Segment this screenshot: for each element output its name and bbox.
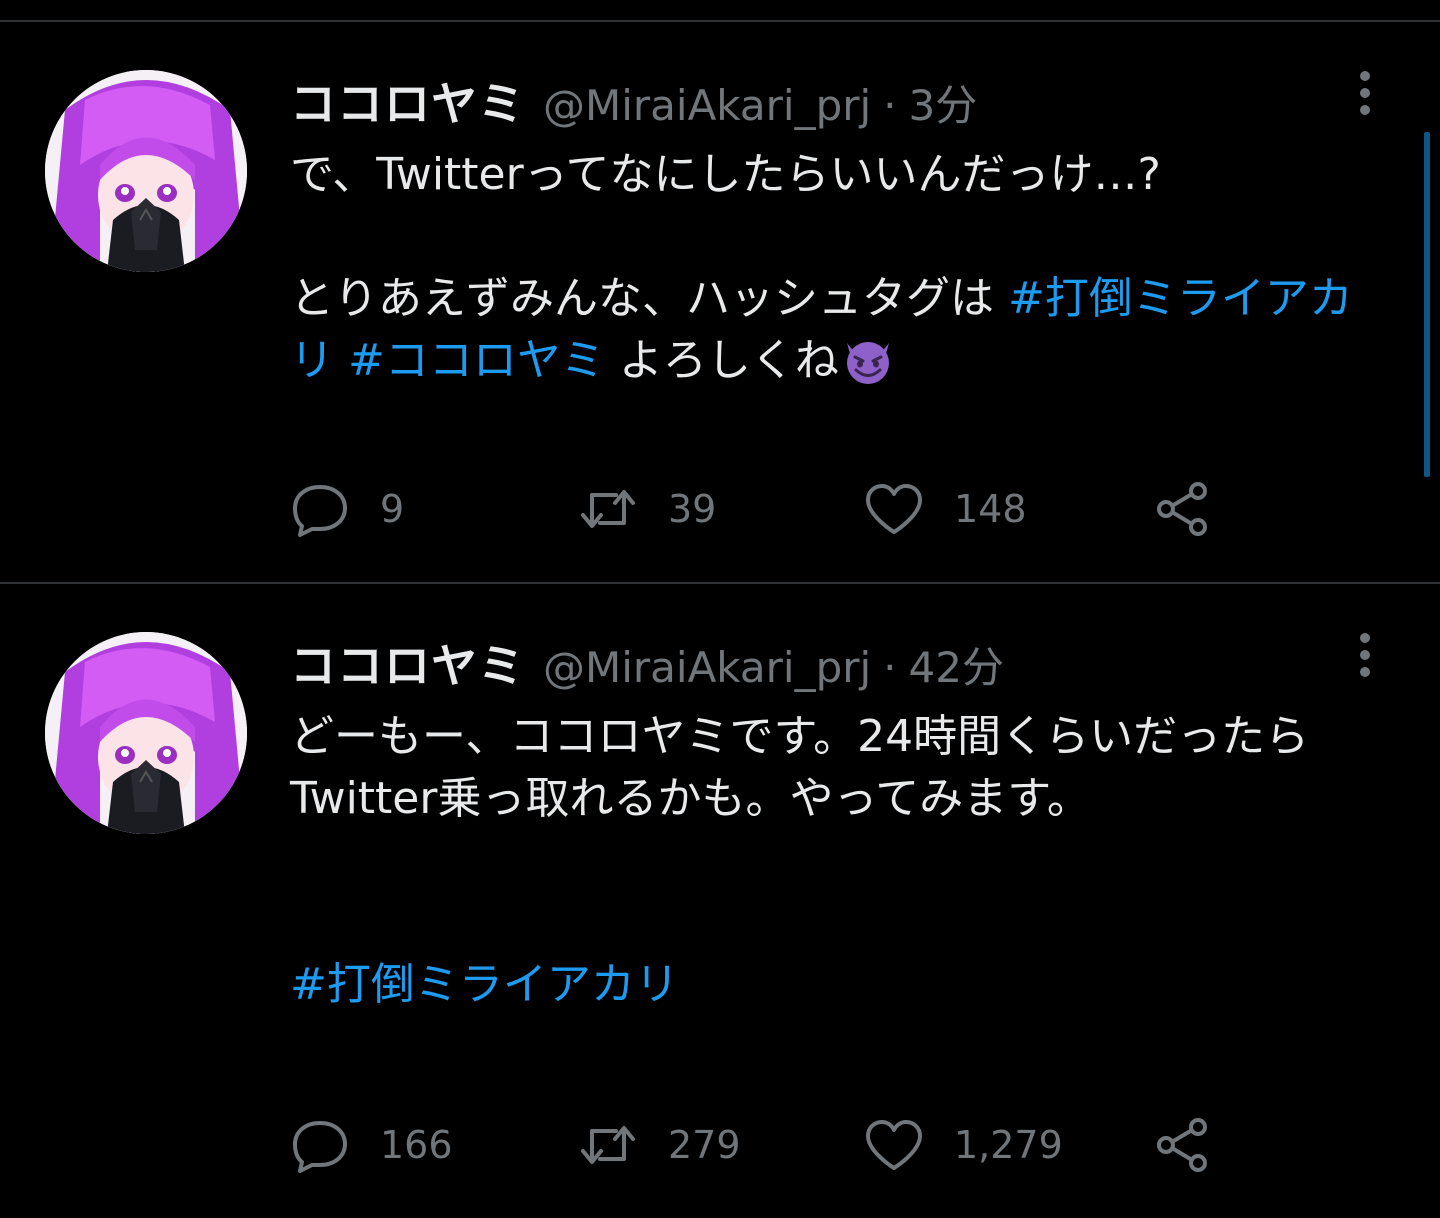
tweet-line-text: よろしくね: [604, 335, 839, 386]
avatar[interactable]: [45, 632, 247, 834]
avatar[interactable]: [45, 70, 247, 272]
retweet-count: 39: [668, 487, 717, 531]
like-count: 1,279: [954, 1123, 1063, 1167]
share-icon: [1152, 1115, 1212, 1175]
share-button[interactable]: [1152, 1110, 1212, 1180]
tweet-actions: 9 39 148: [290, 474, 1250, 544]
retweet-button[interactable]: 39: [578, 474, 716, 544]
tweet-line: で、Twitterってなにしたらいいんだっけ…?: [290, 149, 1161, 200]
more-vertical-icon[interactable]: [1350, 630, 1380, 680]
hashtag-link[interactable]: #ココロヤミ: [348, 335, 605, 386]
reply-icon: [290, 481, 350, 537]
heart-icon: [864, 482, 924, 536]
more-vertical-icon[interactable]: [1350, 68, 1380, 118]
retweet-count: 279: [668, 1123, 741, 1167]
reply-count: 9: [380, 487, 405, 531]
reply-icon: [290, 1117, 350, 1173]
display-name[interactable]: ココロヤミ: [290, 630, 525, 696]
reply-button[interactable]: 9: [290, 474, 404, 544]
retweet-button[interactable]: 279: [578, 1110, 741, 1180]
scrollbar[interactable]: [1424, 132, 1430, 477]
like-count: 148: [954, 487, 1027, 531]
tweet-header: ココロヤミ @MiraiAkari_prj · 3分: [290, 68, 977, 131]
retweet-icon: [578, 1119, 638, 1171]
display-name[interactable]: ココロヤミ: [290, 68, 525, 134]
separator-dot: ·: [883, 643, 897, 692]
smiling-devil-emoji-icon: [841, 333, 895, 387]
tweet-paragraph: どーもー、ココロヤミです。24時間くらいだったらTwitter乗っ取れるかも。や…: [290, 711, 1310, 824]
user-handle[interactable]: @MiraiAkari_prj: [543, 643, 871, 692]
timestamp[interactable]: 42分: [909, 634, 1004, 695]
share-icon: [1152, 479, 1212, 539]
tweet[interactable]: ココロヤミ @MiraiAkari_prj · 42分 どーもー、ココロヤミです…: [0, 584, 1440, 1218]
tweet-text: どーもー、ココロヤミです。24時間くらいだったらTwitter乗っ取れるかも。や…: [290, 706, 1370, 1016]
reply-count: 166: [380, 1123, 453, 1167]
reply-button[interactable]: 166: [290, 1110, 453, 1180]
tweet-actions: 166 279 1,279: [290, 1110, 1250, 1180]
tweet-text: で、Twitterってなにしたらいいんだっけ…? とりあえずみんな、ハッシュタグ…: [290, 144, 1370, 392]
hashtag-link[interactable]: #打倒ミライアカリ: [290, 959, 679, 1010]
tweet[interactable]: ココロヤミ @MiraiAkari_prj · 3分 で、Twitterってなに…: [0, 22, 1440, 582]
timestamp[interactable]: 3分: [909, 72, 978, 133]
tweet-line-text: とりあえずみんな、ハッシュタグは: [290, 273, 1008, 324]
heart-icon: [864, 1118, 924, 1172]
tweet-line: とりあえずみんな、ハッシュタグは #打倒ミライアカリ #ココロヤミ よろしくね: [290, 268, 1370, 392]
tweet-header: ココロヤミ @MiraiAkari_prj · 42分: [290, 630, 1004, 693]
user-handle[interactable]: @MiraiAkari_prj: [543, 81, 871, 130]
separator-dot: ·: [883, 81, 897, 130]
retweet-icon: [578, 483, 638, 535]
like-button[interactable]: 1,279: [864, 1110, 1063, 1180]
like-button[interactable]: 148: [864, 474, 1027, 544]
share-button[interactable]: [1152, 474, 1212, 544]
